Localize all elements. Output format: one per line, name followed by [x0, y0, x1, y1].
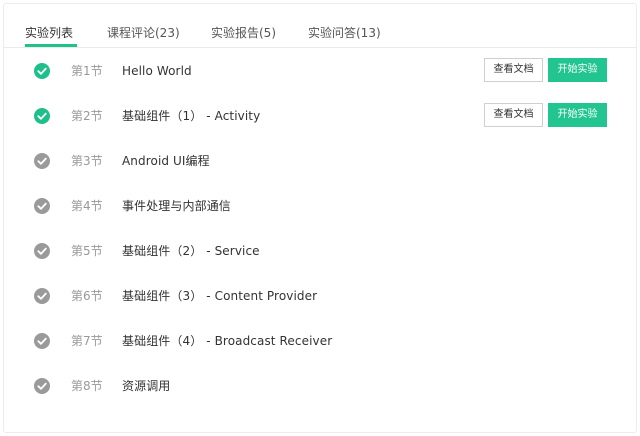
lesson-title[interactable]: 事件处理与内部通信 [122, 198, 231, 214]
tab-lab-qa[interactable]: 实验问答(13) [308, 25, 381, 41]
view-docs-button[interactable]: 查看文档 [484, 58, 543, 82]
lesson-row: 第5节 基础组件（2） - Service [4, 228, 636, 273]
check-circle-icon [34, 108, 50, 124]
tab-lab-list[interactable]: 实验列表 [25, 25, 73, 41]
section-number: 第1节 [71, 64, 103, 78]
check-circle-icon [34, 333, 50, 349]
lesson-row: 第8节 资源调用 [4, 363, 636, 408]
lesson-title[interactable]: 基础组件（3） - Content Provider [122, 288, 317, 304]
check-circle-icon [34, 378, 50, 394]
section-number: 第6节 [71, 289, 103, 303]
section-number: 第3节 [71, 154, 103, 168]
lesson-title[interactable]: 基础组件（2） - Service [122, 243, 260, 259]
tab-lab-reports[interactable]: 实验报告(5) [211, 25, 276, 41]
section-number: 第5节 [71, 244, 103, 258]
view-docs-button[interactable]: 查看文档 [484, 103, 543, 127]
check-circle-icon [34, 198, 50, 214]
section-number: 第2节 [71, 109, 103, 123]
active-tab-indicator [25, 44, 77, 47]
check-circle-icon [34, 243, 50, 259]
check-circle-icon [34, 153, 50, 169]
check-circle-icon [34, 288, 50, 304]
section-number: 第4节 [71, 199, 103, 213]
lesson-title[interactable]: Hello World [122, 63, 192, 79]
lesson-title[interactable]: 基础组件（1） - Activity [122, 108, 260, 124]
section-number: 第8节 [71, 379, 103, 393]
check-circle-icon [34, 63, 50, 79]
section-number: 第7节 [71, 334, 103, 348]
tab-course-comments[interactable]: 课程评论(23) [107, 25, 180, 41]
lesson-row: 第7节 基础组件（4） - Broadcast Receiver [4, 318, 636, 363]
lesson-row: 第2节 基础组件（1） - Activity 查看文档 开始实验 [4, 93, 636, 138]
lesson-row: 第1节 Hello World 查看文档 开始实验 [4, 48, 636, 93]
start-lab-button[interactable]: 开始实验 [548, 58, 607, 82]
tab-bar: 实验列表 课程评论(23) 实验报告(5) 实验问答(13) [4, 4, 636, 48]
start-lab-button[interactable]: 开始实验 [548, 103, 607, 127]
lesson-row: 第4节 事件处理与内部通信 [4, 183, 636, 228]
lesson-row: 第3节 Android UI编程 [4, 138, 636, 183]
lesson-title[interactable]: 基础组件（4） - Broadcast Receiver [122, 333, 332, 349]
course-panel: 实验列表 课程评论(23) 实验报告(5) 实验问答(13) 第1节 Hello… [3, 3, 637, 433]
lesson-title[interactable]: Android UI编程 [122, 153, 210, 169]
lesson-title[interactable]: 资源调用 [122, 378, 170, 394]
lesson-row: 第6节 基础组件（3） - Content Provider [4, 273, 636, 318]
